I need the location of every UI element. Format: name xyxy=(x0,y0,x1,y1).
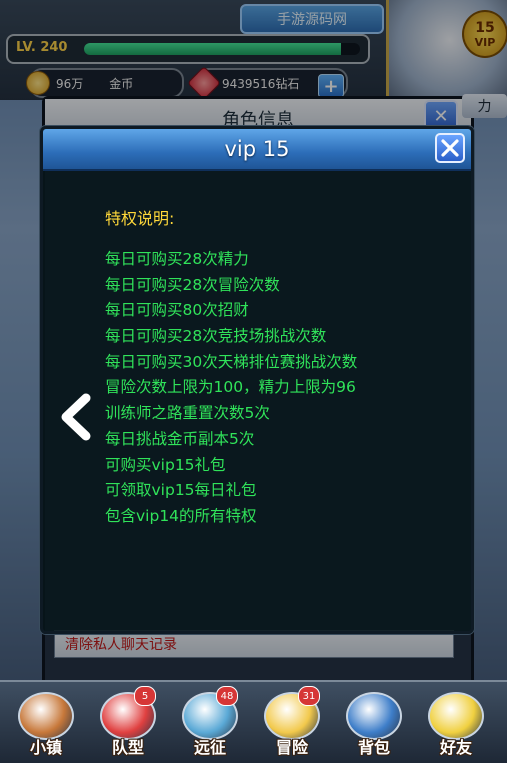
nav-adventure[interactable]: 31 冒险 xyxy=(260,686,324,760)
list-item: 每日可购买30次天梯排位赛挑战次数 xyxy=(105,352,358,371)
nav-label: 队型 xyxy=(111,738,144,757)
nav-backpack[interactable]: 背包 xyxy=(342,692,406,760)
nav-label: 远征 xyxy=(193,738,226,757)
notification-badge: 48 xyxy=(216,686,238,706)
nav-expedition[interactable]: 48 远征 xyxy=(178,686,242,760)
close-icon xyxy=(441,139,459,157)
dialog-header: vip 15 xyxy=(43,129,471,171)
list-item: 每日挑战金币副本5次 xyxy=(105,429,255,448)
friends-icon xyxy=(428,692,484,740)
list-item: 包含vip14的所有特权 xyxy=(105,506,257,525)
privileges-list: 每日可购买28次精力 每日可购买28次冒险次数 每日可购买80次招财 每日可购买… xyxy=(105,247,357,530)
vip-dialog: vip 15 特权说明: 每日可购买28次精力 每日可购买28次冒险次数 每日可… xyxy=(40,126,474,634)
nav-label: 好友 xyxy=(439,738,472,757)
backpack-icon xyxy=(346,692,402,740)
list-item: 每日可购买80次招财 xyxy=(105,301,249,320)
list-item: 可领取vip15每日礼包 xyxy=(105,481,257,500)
nav-label: 冒险 xyxy=(275,738,308,757)
list-item: 冒险次数上限为100，精力上限为96 xyxy=(105,378,356,397)
privileges-heading: 特权说明: xyxy=(105,209,175,228)
chevron-left-icon xyxy=(61,393,91,441)
list-item: 每日可购买28次冒险次数 xyxy=(105,275,280,294)
list-item: 可购买vip15礼包 xyxy=(105,455,226,474)
house-icon xyxy=(18,692,74,740)
bottom-nav: 小镇 5 队型 48 远征 31 冒险 背包 好友 xyxy=(0,680,507,763)
previous-vip-button[interactable] xyxy=(56,392,96,442)
nav-team[interactable]: 5 队型 xyxy=(96,686,160,760)
notification-badge: 31 xyxy=(298,686,320,706)
dialog-title: vip 15 xyxy=(224,137,290,161)
nav-town[interactable]: 小镇 xyxy=(14,692,78,760)
list-item: 训练师之路重置次数5次 xyxy=(105,404,270,423)
nav-label: 背包 xyxy=(357,738,390,757)
notification-badge: 5 xyxy=(134,686,156,706)
list-item: 每日可购买28次竞技场挑战次数 xyxy=(105,327,327,346)
dialog-close-button[interactable] xyxy=(435,133,465,163)
nav-friends[interactable]: 好友 xyxy=(424,692,488,760)
list-item: 每日可购买28次精力 xyxy=(105,250,249,268)
dialog-body: 特权说明: 每日可购买28次精力 每日可购买28次冒险次数 每日可购买80次招财… xyxy=(43,169,471,627)
nav-label: 小镇 xyxy=(29,738,62,757)
